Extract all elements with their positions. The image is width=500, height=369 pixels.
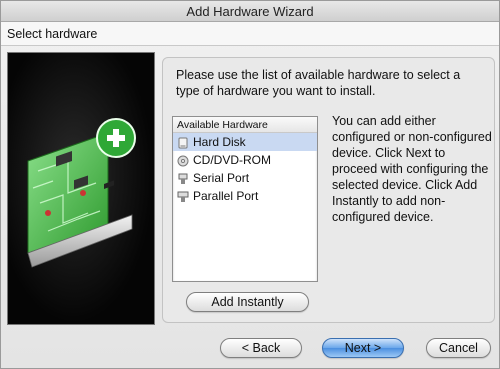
- hardware-list[interactable]: Available Hardware Hard Disk CD/DVD-ROM …: [172, 116, 318, 282]
- hardware-illustration: [7, 52, 155, 325]
- wizard-window: Add Hardware Wizard Select hardware Plea…: [0, 0, 500, 369]
- expansion-card-icon: [27, 118, 136, 268]
- list-item-hard-disk[interactable]: Hard Disk: [173, 133, 317, 151]
- back-button[interactable]: < Back: [220, 338, 302, 358]
- list-item-serial-port[interactable]: Serial Port: [173, 169, 317, 187]
- parallel-port-icon: [177, 190, 189, 202]
- content-panel: Please use the list of available hardwar…: [162, 57, 495, 323]
- list-item-label: Serial Port: [193, 171, 250, 185]
- description-text: You can add either configured or non-con…: [332, 114, 492, 224]
- intro-text: Please use the list of available hardwar…: [176, 68, 461, 98]
- cd-dvd-icon: [177, 154, 189, 167]
- cancel-button[interactable]: Cancel: [426, 338, 491, 358]
- list-item-parallel-port[interactable]: Parallel Port: [173, 187, 317, 205]
- hard-disk-icon: [177, 136, 189, 149]
- list-item-label: Parallel Port: [193, 189, 259, 203]
- list-item-label: Hard Disk: [193, 135, 246, 149]
- window-title: Add Hardware Wizard: [1, 1, 499, 22]
- next-button[interactable]: Next >: [322, 338, 404, 358]
- hardware-list-header: Available Hardware: [173, 117, 317, 133]
- serial-port-icon: [177, 172, 189, 184]
- list-item-label: CD/DVD-ROM: [193, 153, 271, 167]
- add-instantly-button[interactable]: Add Instantly: [186, 292, 309, 312]
- list-item-cd-dvd-rom[interactable]: CD/DVD-ROM: [173, 151, 317, 169]
- page-title: Select hardware: [1, 22, 499, 46]
